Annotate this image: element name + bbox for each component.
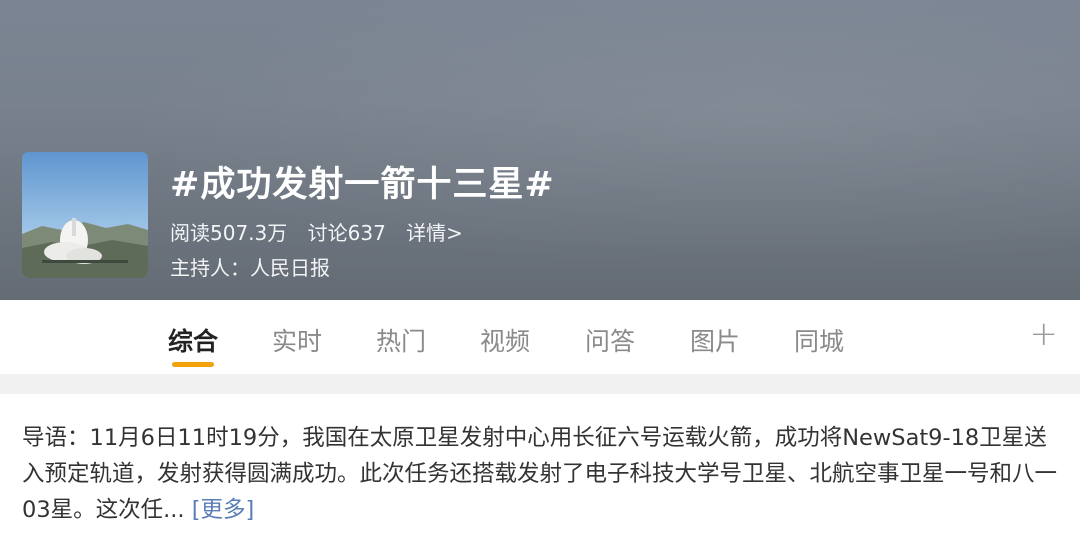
details-link[interactable]: 详情> bbox=[406, 221, 463, 245]
add-tab-icon[interactable]: + bbox=[1030, 314, 1059, 354]
tab-realtime[interactable]: 实时 bbox=[272, 322, 322, 358]
topic-thumbnail[interactable] bbox=[22, 152, 148, 278]
topic-host: 主持人：人民日报 bbox=[170, 256, 330, 280]
tab-hot[interactable]: 热门 bbox=[376, 322, 426, 358]
section-divider bbox=[0, 374, 1080, 394]
topic-intro: 导语：11月6日11时19分，我国在太原卫星发射中心用长征六号运载火箭，成功将N… bbox=[22, 420, 1062, 528]
active-tab-indicator bbox=[172, 362, 214, 367]
read-count: 阅读507.3万 bbox=[170, 221, 288, 245]
tab-video[interactable]: 视频 bbox=[480, 322, 530, 358]
tab-bar: 综合 实时 热门 视频 问答 图片 同城 + bbox=[0, 300, 1080, 374]
topic-title: #成功发射一箭十三星# bbox=[170, 165, 555, 205]
rocket-launch-image bbox=[22, 152, 148, 278]
discussion-count: 讨论637 bbox=[307, 221, 386, 245]
tab-qa[interactable]: 问答 bbox=[585, 322, 635, 358]
more-link[interactable]: [更多] bbox=[192, 497, 255, 523]
tab-comprehensive[interactable]: 综合 bbox=[168, 322, 218, 358]
topic-stats: 阅读507.3万 讨论637 详情> bbox=[170, 217, 477, 246]
intro-text: 导语：11月6日11时19分，我国在太原卫星发射中心用长征六号运载火箭，成功将N… bbox=[22, 425, 1058, 523]
topic-header bbox=[0, 0, 1080, 300]
tab-pictures[interactable]: 图片 bbox=[690, 322, 740, 358]
tab-local[interactable]: 同城 bbox=[794, 322, 844, 358]
